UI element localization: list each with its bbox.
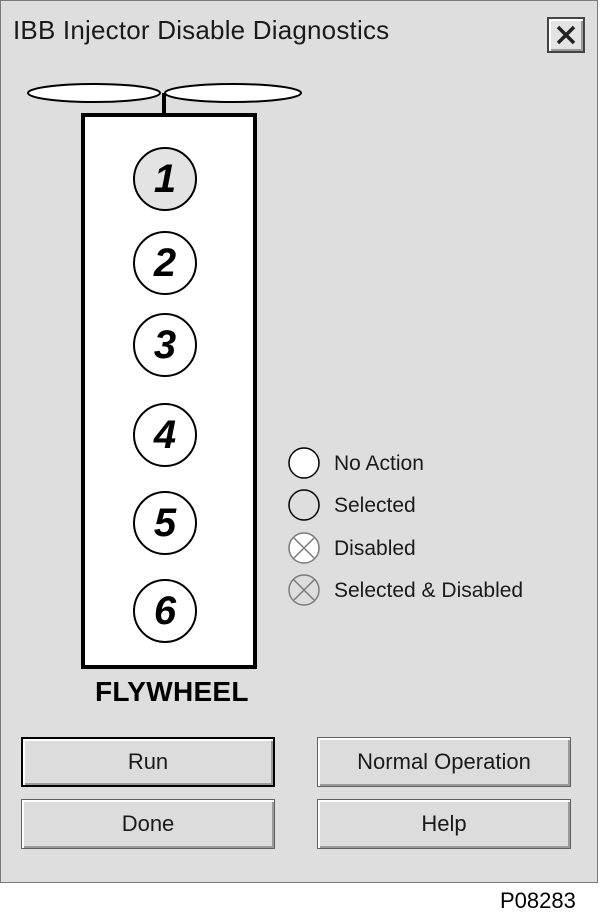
engine-block: 1 2 3 4 5 6 bbox=[81, 113, 257, 669]
legend-label: Selected bbox=[334, 494, 416, 517]
run-button[interactable]: Run bbox=[21, 737, 275, 787]
done-button[interactable]: Done bbox=[21, 799, 275, 849]
figure-id: P08283 bbox=[500, 888, 576, 913]
cylinder-1[interactable]: 1 bbox=[133, 147, 197, 211]
cylinder-1-label: 1 bbox=[153, 157, 177, 201]
flywheel-label: FLYWHEEL bbox=[95, 676, 249, 707]
legend-label: Disabled bbox=[334, 537, 416, 560]
cylinder-6[interactable]: 6 bbox=[133, 579, 197, 643]
circle-x-icon bbox=[288, 574, 320, 606]
dialog-client-area: 1 2 3 4 5 6 FLYWHEEL No Action Selected … bbox=[1, 63, 597, 883]
cylinder-2[interactable]: 2 bbox=[133, 231, 197, 295]
cylinder-3[interactable]: 3 bbox=[133, 313, 197, 377]
cylinder-3-label: 3 bbox=[153, 323, 177, 367]
cylinder-2-label: 2 bbox=[153, 241, 177, 285]
close-icon bbox=[556, 25, 576, 45]
cylinder-5-label: 5 bbox=[153, 501, 177, 545]
normal-operation-button[interactable]: Normal Operation bbox=[317, 737, 571, 787]
title-bar: IBB Injector Disable Diagnostics bbox=[1, 1, 597, 63]
window-title: IBB Injector Disable Diagnostics bbox=[13, 15, 390, 45]
legend-label: Selected & Disabled bbox=[334, 579, 524, 602]
help-button[interactable]: Help bbox=[317, 799, 571, 849]
circle-icon bbox=[288, 489, 320, 521]
dialog-window: IBB Injector Disable Diagnostics 1 2 3 4… bbox=[0, 0, 598, 883]
cylinder-6-label: 6 bbox=[153, 589, 177, 633]
close-button[interactable] bbox=[547, 17, 585, 53]
cylinder-4[interactable]: 4 bbox=[133, 403, 197, 467]
cylinder-4-label: 4 bbox=[153, 413, 177, 457]
legend-label: No Action bbox=[334, 452, 424, 475]
circle-x-icon bbox=[288, 532, 320, 564]
circle-icon bbox=[288, 447, 320, 479]
cylinder-5[interactable]: 5 bbox=[133, 491, 197, 555]
